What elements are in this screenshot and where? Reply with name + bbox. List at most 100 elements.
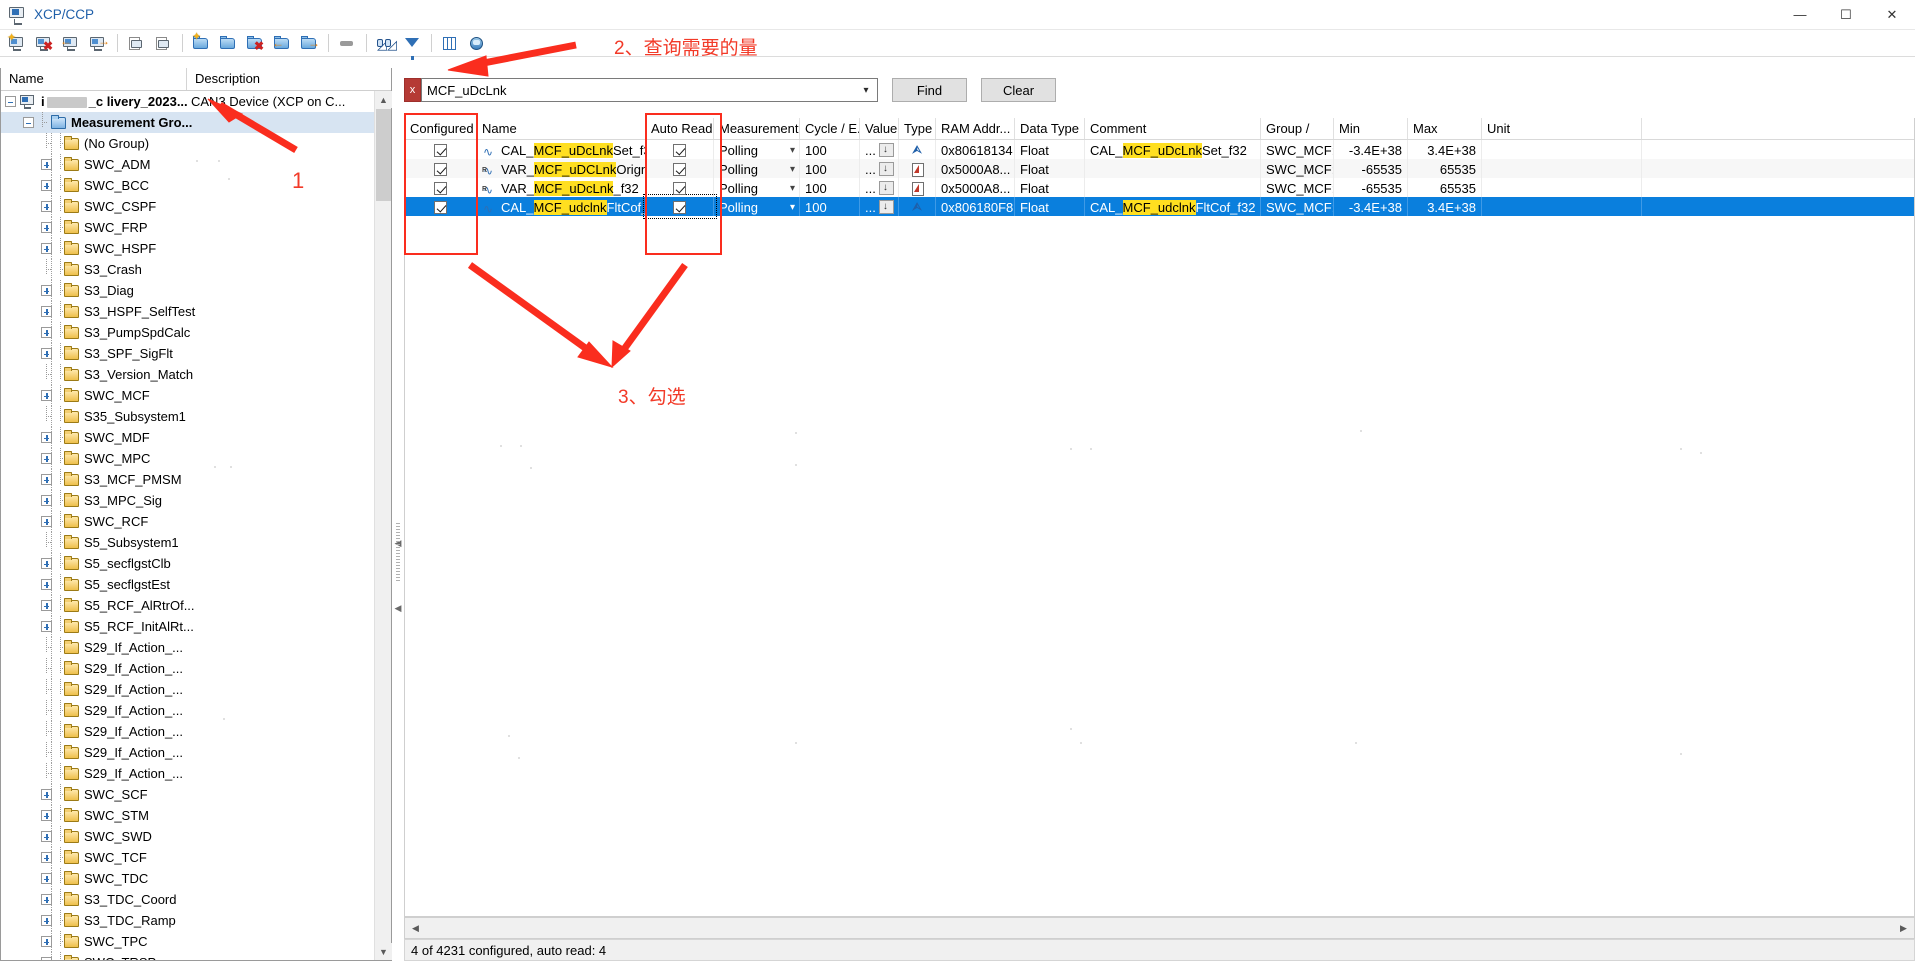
grid-column-header-min[interactable]: Min (1334, 118, 1408, 139)
expand-icon[interactable] (41, 558, 52, 569)
grid-column-header-value[interactable]: Value (860, 118, 899, 139)
tree-item-swc-tdc[interactable]: SWC_TDC (1, 868, 374, 889)
scroll-track[interactable] (426, 918, 1893, 938)
auto-read-checkbox[interactable] (673, 181, 686, 195)
measurement-mode-cell[interactable]: Polling ▾ (714, 197, 800, 216)
value-cell[interactable]: ... (860, 178, 899, 197)
expand-icon[interactable] (41, 789, 52, 800)
grid-column-header-type[interactable]: Type (899, 118, 936, 139)
clear-button[interactable]: Clear (981, 78, 1056, 102)
value-cell[interactable]: ... (860, 159, 899, 178)
tree-item-s3-spf-sigflt[interactable]: S3_SPF_SigFlt (1, 343, 374, 364)
expand-icon[interactable] (41, 390, 52, 401)
splitter-collapse-right-icon[interactable]: ◀ (393, 603, 403, 613)
configured-checkbox[interactable] (434, 200, 447, 214)
expand-icon[interactable] (41, 873, 52, 884)
collapse-icon[interactable] (23, 117, 34, 128)
tree-item-swc-rcf[interactable]: SWC_RCF (1, 511, 374, 532)
filter-icon[interactable] (399, 31, 425, 60)
configured-checkbox[interactable] (434, 181, 447, 195)
configured-checkbox-cell[interactable] (405, 178, 477, 197)
collapse-icon[interactable] (5, 96, 16, 107)
tree-item-s5-rcf-alrtrof[interactable]: S5_RCF_AlRtrOf... (1, 595, 374, 616)
expand-icon[interactable] (41, 810, 52, 821)
tree-item-swc-mdf[interactable]: SWC_MDF (1, 427, 374, 448)
table-row[interactable]: ∿R VAR_MCF_uDcLnk_f32 Polling ▾ 100... 0x5000… (405, 178, 1914, 197)
connect-device-icon[interactable]: ✦ (4, 31, 30, 55)
measurement-mode-cell[interactable]: Polling ▾ (714, 178, 800, 197)
tree-item-s3-pumpspdcalc[interactable]: S3_PumpSpdCalc (1, 322, 374, 343)
tree-item-s29-if-action[interactable]: S29_If_Action_... (1, 658, 374, 679)
tree-item-s3-diag[interactable]: S3_Diag (1, 280, 374, 301)
tree-item-s29-if-action[interactable]: S29_If_Action_... (1, 721, 374, 742)
configured-checkbox-cell[interactable] (405, 159, 477, 178)
tree-item-swc-trsp[interactable]: SWC_TRSP (1, 952, 374, 960)
expand-icon[interactable] (41, 285, 52, 296)
auto-read-checkbox-cell[interactable] (646, 159, 714, 178)
scroll-left-icon[interactable]: ◀ (405, 918, 426, 938)
auto-read-checkbox[interactable] (673, 143, 686, 157)
expand-icon[interactable] (41, 348, 52, 359)
expand-icon[interactable] (41, 201, 52, 212)
configured-checkbox-cell[interactable] (405, 197, 477, 216)
tree-item-measurement-group[interactable]: Measurement Gro... (1, 112, 374, 133)
tree-item-swc-scf[interactable]: SWC_SCF (1, 784, 374, 805)
tree-item-s29-if-action[interactable]: S29_If_Action_... (1, 679, 374, 700)
grid-column-header-configured[interactable]: Configured (405, 118, 477, 139)
value-cell[interactable]: ... (860, 197, 899, 216)
table-row[interactable]: ∿ CAL_MCF_uDcLnkSet_f32 Polling ▾ 100... ⮙ 0x8… (405, 140, 1914, 159)
cycle-cell[interactable]: 100 (800, 178, 860, 197)
write-page-icon[interactable] (150, 31, 176, 55)
tree-item-device[interactable]: i _c livery_2023... CAN3 Device (XCP on C… (1, 91, 374, 112)
auto-read-checkbox-cell[interactable] (646, 178, 714, 197)
tree-item-s29-if-action[interactable]: S29_If_Action_... (1, 637, 374, 658)
expand-icon[interactable] (41, 222, 52, 233)
value-download-icon[interactable] (878, 143, 894, 157)
grid-column-header-ram-addr[interactable]: RAM Addr... (936, 118, 1015, 139)
tree-item-swc-adm[interactable]: SWC_ADM (1, 154, 374, 175)
scroll-right-icon[interactable]: ▶ (1893, 918, 1914, 938)
grid-column-header-group[interactable]: Group / (1261, 118, 1334, 139)
new-group-icon[interactable]: ✦ (188, 31, 214, 55)
value-cell[interactable]: ... (860, 140, 899, 159)
expand-icon[interactable] (41, 831, 52, 842)
delete-group-icon[interactable]: ✖ (242, 31, 268, 55)
configured-checkbox[interactable] (434, 162, 447, 176)
tree-item-swc-hspf[interactable]: SWC_HSPF (1, 238, 374, 259)
expand-icon[interactable] (41, 852, 52, 863)
grid-column-header-cycle-e[interactable]: Cycle / E... (800, 118, 860, 139)
value-download-icon[interactable] (878, 162, 894, 176)
scroll-up-icon[interactable]: ▲ (375, 91, 392, 108)
measurement-mode-cell[interactable]: Polling ▾ (714, 140, 800, 159)
chevron-down-icon[interactable]: ▾ (790, 164, 795, 175)
flash-icon[interactable] (334, 31, 360, 55)
find-icon[interactable]: ◿◿ (372, 31, 398, 55)
open-group-icon[interactable] (215, 31, 241, 55)
maximize-button[interactable]: ☐ (1823, 0, 1869, 30)
auto-read-checkbox-cell[interactable] (643, 194, 717, 219)
configured-checkbox[interactable] (434, 143, 447, 157)
grid-column-header-name[interactable]: Name (477, 118, 646, 139)
tree-item-no-group[interactable]: (No Group) (1, 133, 374, 154)
tree-item-swc-swd[interactable]: SWC_SWD (1, 826, 374, 847)
expand-icon[interactable] (41, 957, 52, 960)
panel-splitter[interactable]: ◀ ◀ (392, 68, 404, 961)
grid-column-header-data-type[interactable]: Data Type (1015, 118, 1085, 139)
expand-icon[interactable] (41, 516, 52, 527)
expand-icon[interactable] (41, 180, 52, 191)
tree-item-swc-tcf[interactable]: SWC_TCF (1, 847, 374, 868)
tree-item-s29-if-action[interactable]: S29_If_Action_... (1, 763, 374, 784)
value-download-icon[interactable] (878, 181, 894, 195)
splitter-grip[interactable] (396, 523, 400, 583)
tree-vertical-scrollbar[interactable]: ▲ ▼ (374, 91, 392, 960)
grid-column-header-auto-read[interactable]: Auto Read (646, 118, 714, 139)
scroll-thumb[interactable] (376, 109, 391, 201)
tree-item-s5-secflgstclb[interactable]: S5_secflgstClb (1, 553, 374, 574)
tree-item-s3-mpc-sig[interactable]: S3_MPC_Sig (1, 490, 374, 511)
database-icon[interactable] (464, 31, 490, 55)
expand-icon[interactable] (41, 243, 52, 254)
expand-icon[interactable] (41, 495, 52, 506)
read-page-icon[interactable] (123, 31, 149, 55)
expand-icon[interactable] (41, 306, 52, 317)
auto-read-checkbox-cell[interactable] (646, 140, 714, 159)
